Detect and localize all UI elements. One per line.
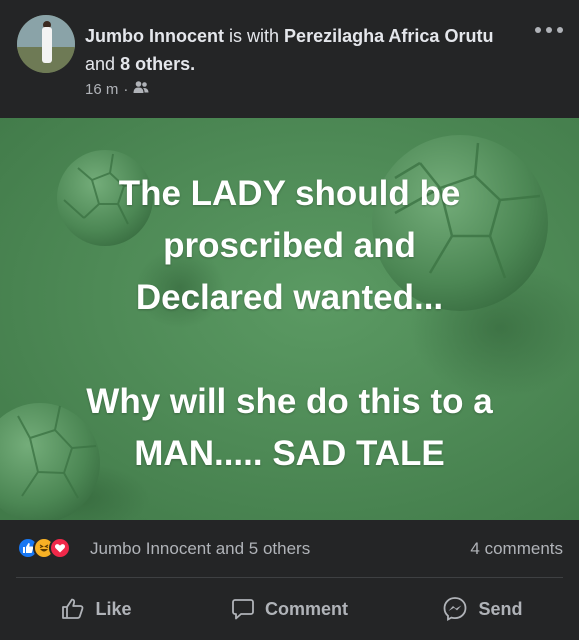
and-text: and: [85, 54, 116, 74]
author-name[interactable]: Jumbo Innocent: [85, 26, 224, 46]
author-avatar[interactable]: [17, 15, 75, 73]
tagged-name[interactable]: Perezilagha Africa Orutu: [284, 26, 493, 46]
reaction-summary[interactable]: Jumbo Innocent and 5 others: [90, 539, 310, 559]
reactions-bar: Jumbo Innocent and 5 others 4 comments: [0, 520, 579, 577]
more-options-icon[interactable]: [535, 22, 563, 38]
reaction-icons[interactable]: [17, 537, 71, 559]
post-meta: 16 m ·: [85, 80, 149, 98]
comment-bubble-icon: [231, 597, 255, 621]
post-image[interactable]: The LADY should be proscribed and Declar…: [0, 118, 579, 520]
like-label: Like: [95, 598, 132, 619]
send-button[interactable]: Send: [386, 578, 579, 640]
comment-count[interactable]: 4 comments: [470, 539, 563, 559]
image-text-line-4: Why will she do this to a: [86, 382, 493, 421]
tagged-others[interactable]: 8 others.: [120, 54, 195, 74]
image-text-line-3: Declared wanted...: [135, 278, 444, 317]
send-label: Send: [478, 598, 523, 619]
thumbs-up-icon: [61, 597, 85, 621]
messenger-icon: [442, 596, 468, 622]
comment-label: Comment: [264, 598, 348, 619]
friends-icon: [133, 80, 149, 98]
post-time[interactable]: 16 m: [85, 81, 118, 98]
image-text-line-2: proscribed and: [163, 226, 416, 265]
author-line: Jumbo Innocent is with Perezilagha Afric…: [85, 22, 525, 78]
action-bar: Like Comment Send: [0, 578, 579, 640]
love-reaction-icon: [49, 537, 71, 559]
post-header: Jumbo Innocent is with Perezilagha Afric…: [0, 0, 579, 118]
like-button[interactable]: Like: [0, 578, 193, 640]
with-text: is with: [229, 26, 280, 46]
comment-button[interactable]: Comment: [193, 578, 386, 640]
image-text-line-1: The LADY should be: [118, 174, 461, 213]
image-text-line-5: MAN..... SAD TALE: [134, 434, 445, 473]
meta-separator: ·: [123, 80, 129, 98]
post-image-text: The LADY should be proscribed and Declar…: [0, 168, 579, 480]
